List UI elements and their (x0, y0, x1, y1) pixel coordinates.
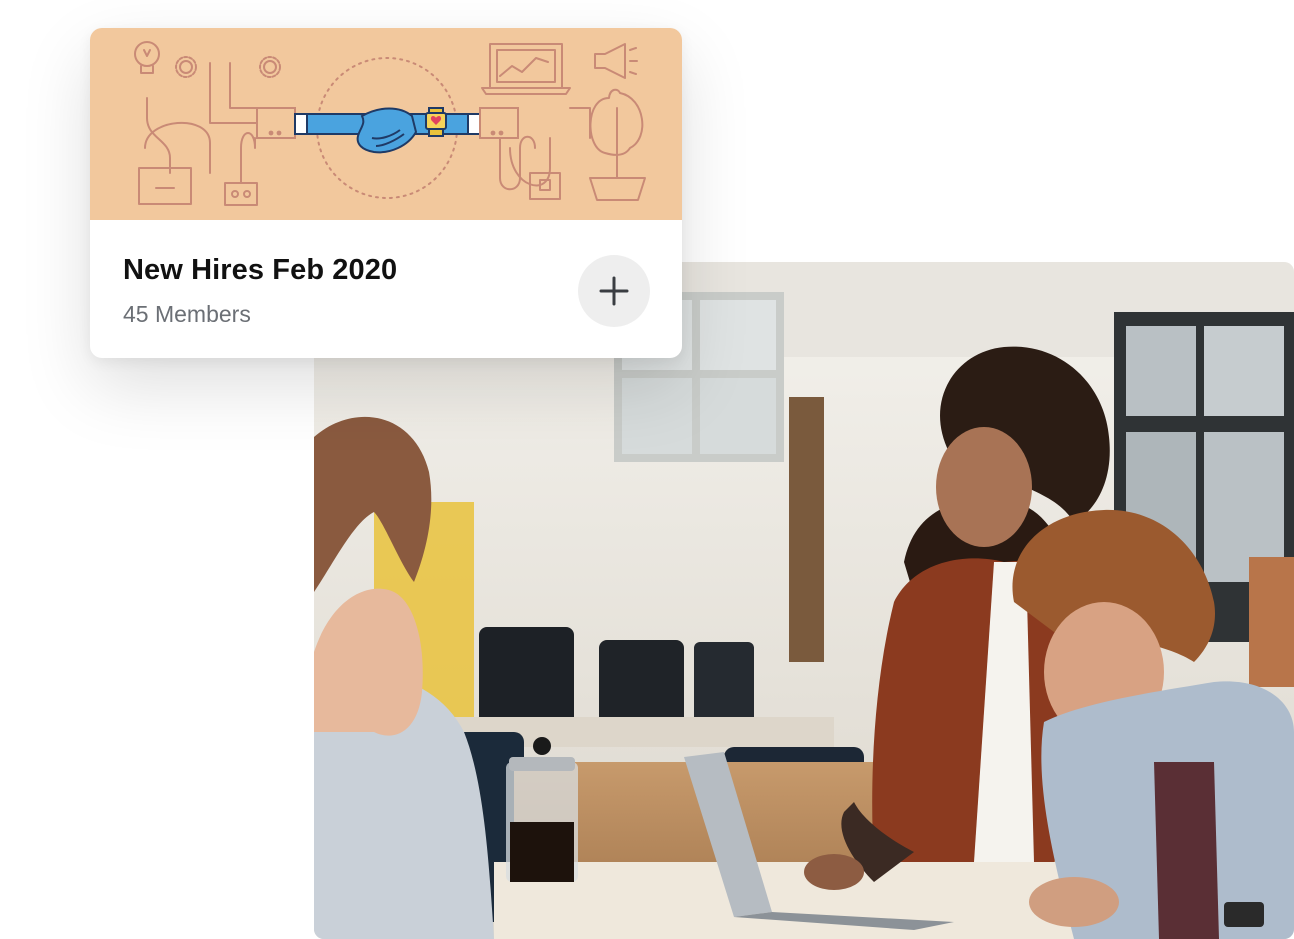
plus-icon (599, 276, 629, 306)
handshake-icon (256, 107, 519, 154)
megaphone-icon (594, 43, 638, 79)
group-title: New Hires Feb 2020 (123, 254, 398, 286)
laptop-chart-icon (481, 43, 571, 95)
gear-icon (175, 56, 197, 78)
handshake-illustration (134, 41, 646, 206)
add-to-group-button[interactable] (578, 255, 650, 327)
member-count: 45 Members (123, 301, 251, 327)
office-meeting-photo (314, 262, 1294, 939)
gear-icon (259, 56, 281, 78)
group-card[interactable]: New Hires Feb 2020 45 Members (90, 28, 682, 358)
group-banner (90, 28, 682, 220)
lightbulb-icon (134, 41, 160, 74)
plant-icon (589, 88, 646, 201)
